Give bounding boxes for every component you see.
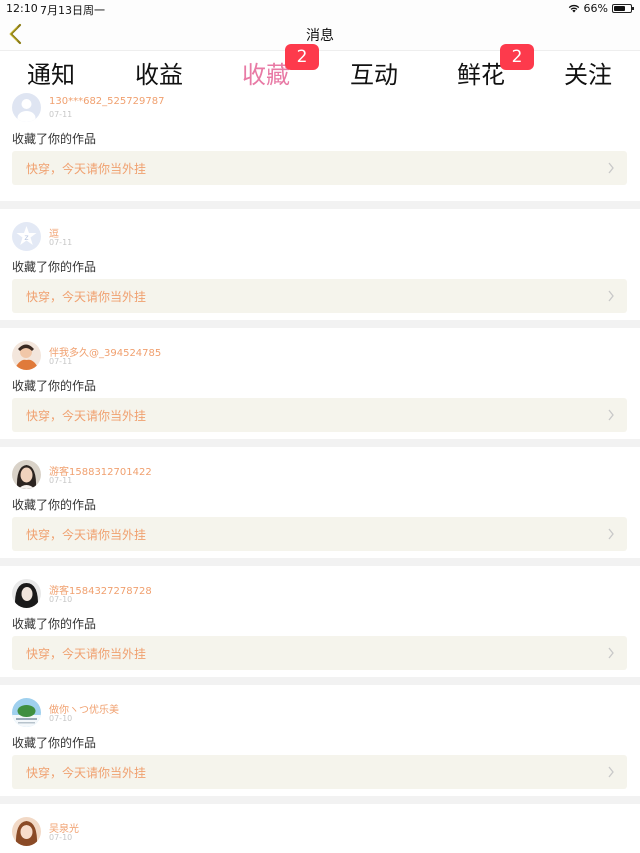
work-link[interactable]: 快穿，今天请你当外挂: [12, 755, 627, 789]
list-item: 吴泉光 07-10: [0, 804, 640, 853]
work-link[interactable]: 快穿，今天请你当外挂: [12, 398, 627, 432]
work-title: 快穿，今天请你当外挂: [26, 162, 147, 176]
tab-label: 鲜花: [457, 61, 505, 89]
notification-action: 收藏了你的作品: [12, 379, 97, 393]
work-link[interactable]: 快穿，今天请你当外挂: [12, 636, 627, 670]
tab-label: 互动: [350, 61, 398, 89]
work-title: 快穿，今天请你当外挂: [26, 766, 147, 780]
work-link[interactable]: 快穿，今天请你当外挂: [12, 151, 627, 185]
list-item: z 逗 07-11 收藏了你的作品 快穿，今天请你当外挂: [0, 209, 640, 320]
notification-date: 07-11: [49, 110, 73, 119]
avatar[interactable]: [12, 698, 41, 727]
avatar[interactable]: [12, 579, 41, 608]
notification-date: 07-10: [49, 714, 73, 723]
notification-date: 07-10: [49, 595, 73, 604]
notification-date: 07-11: [49, 238, 73, 247]
chevron-right-icon: [608, 162, 614, 174]
work-link[interactable]: 快穿，今天请你当外挂: [12, 517, 627, 551]
page-title: 消息: [306, 28, 334, 44]
chevron-right-icon: [608, 647, 614, 659]
notification-action: 收藏了你的作品: [12, 617, 97, 631]
wifi-icon: [568, 4, 579, 13]
list-item: 游客1584327278728 07-10 收藏了你的作品 快穿，今天请你当外挂: [0, 566, 640, 677]
list-item: 游客1588312701422 07-11 收藏了你的作品 快穿，今天请你当外挂: [0, 447, 640, 558]
list-item: 做你ヽつ优乐美 07-10 收藏了你的作品 快穿，今天请你当外挂: [0, 685, 640, 796]
work-title: 快穿，今天请你当外挂: [26, 528, 147, 542]
status-right: 66%: [568, 2, 634, 15]
tab-label: 收藏: [242, 61, 290, 89]
tab-label: 关注: [564, 61, 612, 89]
notification-date: 07-11: [49, 476, 73, 485]
status-date: 7月13日周一: [40, 4, 105, 17]
list-item: 130***682_525729787 07-11 收藏了你的作品 快穿，今天请…: [0, 93, 640, 201]
chevron-right-icon: [608, 409, 614, 421]
unread-badge: 2: [500, 44, 534, 70]
avatar[interactable]: [12, 93, 41, 122]
chevron-right-icon: [608, 766, 614, 778]
username[interactable]: 130***682_525729787: [49, 96, 164, 107]
chevron-right-icon: [608, 290, 614, 302]
status-bar: 12:10 7月13日周一 66%: [0, 0, 640, 17]
notification-action: 收藏了你的作品: [12, 736, 97, 750]
tab-label: 收益: [135, 61, 183, 89]
work-title: 快穿，今天请你当外挂: [26, 409, 147, 423]
notification-action: 收藏了你的作品: [12, 132, 97, 146]
battery-percent: 66%: [583, 2, 608, 15]
avatar[interactable]: [12, 341, 41, 370]
unread-badge: 2: [285, 44, 319, 70]
tab-label: 通知: [27, 61, 75, 89]
avatar[interactable]: z: [12, 222, 41, 251]
notification-date: 07-11: [49, 357, 73, 366]
work-link[interactable]: 快穿，今天请你当外挂: [12, 279, 627, 313]
avatar[interactable]: [12, 817, 41, 846]
battery-icon: [612, 4, 634, 13]
notification-action: 收藏了你的作品: [12, 498, 97, 512]
chevron-right-icon: [608, 528, 614, 540]
status-time: 12:10: [6, 2, 38, 15]
nav-bar: 消息: [0, 17, 640, 51]
list-item: 伴我多久@_394524785 07-11 收藏了你的作品 快穿，今天请你当外挂: [0, 328, 640, 439]
work-title: 快穿，今天请你当外挂: [26, 290, 147, 304]
svg-text:z: z: [24, 233, 28, 242]
notification-date: 07-10: [49, 833, 73, 842]
notification-action: 收藏了你的作品: [12, 260, 97, 274]
avatar[interactable]: [12, 460, 41, 489]
work-title: 快穿，今天请你当外挂: [26, 647, 147, 661]
